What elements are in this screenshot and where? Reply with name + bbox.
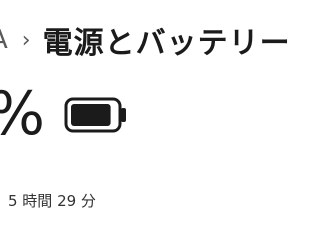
battery-fill: [71, 104, 111, 126]
battery-icon: [64, 97, 126, 133]
page-title: 電源とバッテリー: [42, 26, 291, 61]
battery-percentage: %: [0, 78, 45, 150]
chevron-right-icon: ›: [21, 27, 31, 53]
breadcrumb: A › 電源とバッテリー: [0, 18, 290, 62]
battery-remaining-time: 5 時間 29 分: [8, 192, 96, 210]
battery-terminal: [121, 108, 126, 122]
breadcrumb-parent-link[interactable]: A: [0, 25, 8, 55]
